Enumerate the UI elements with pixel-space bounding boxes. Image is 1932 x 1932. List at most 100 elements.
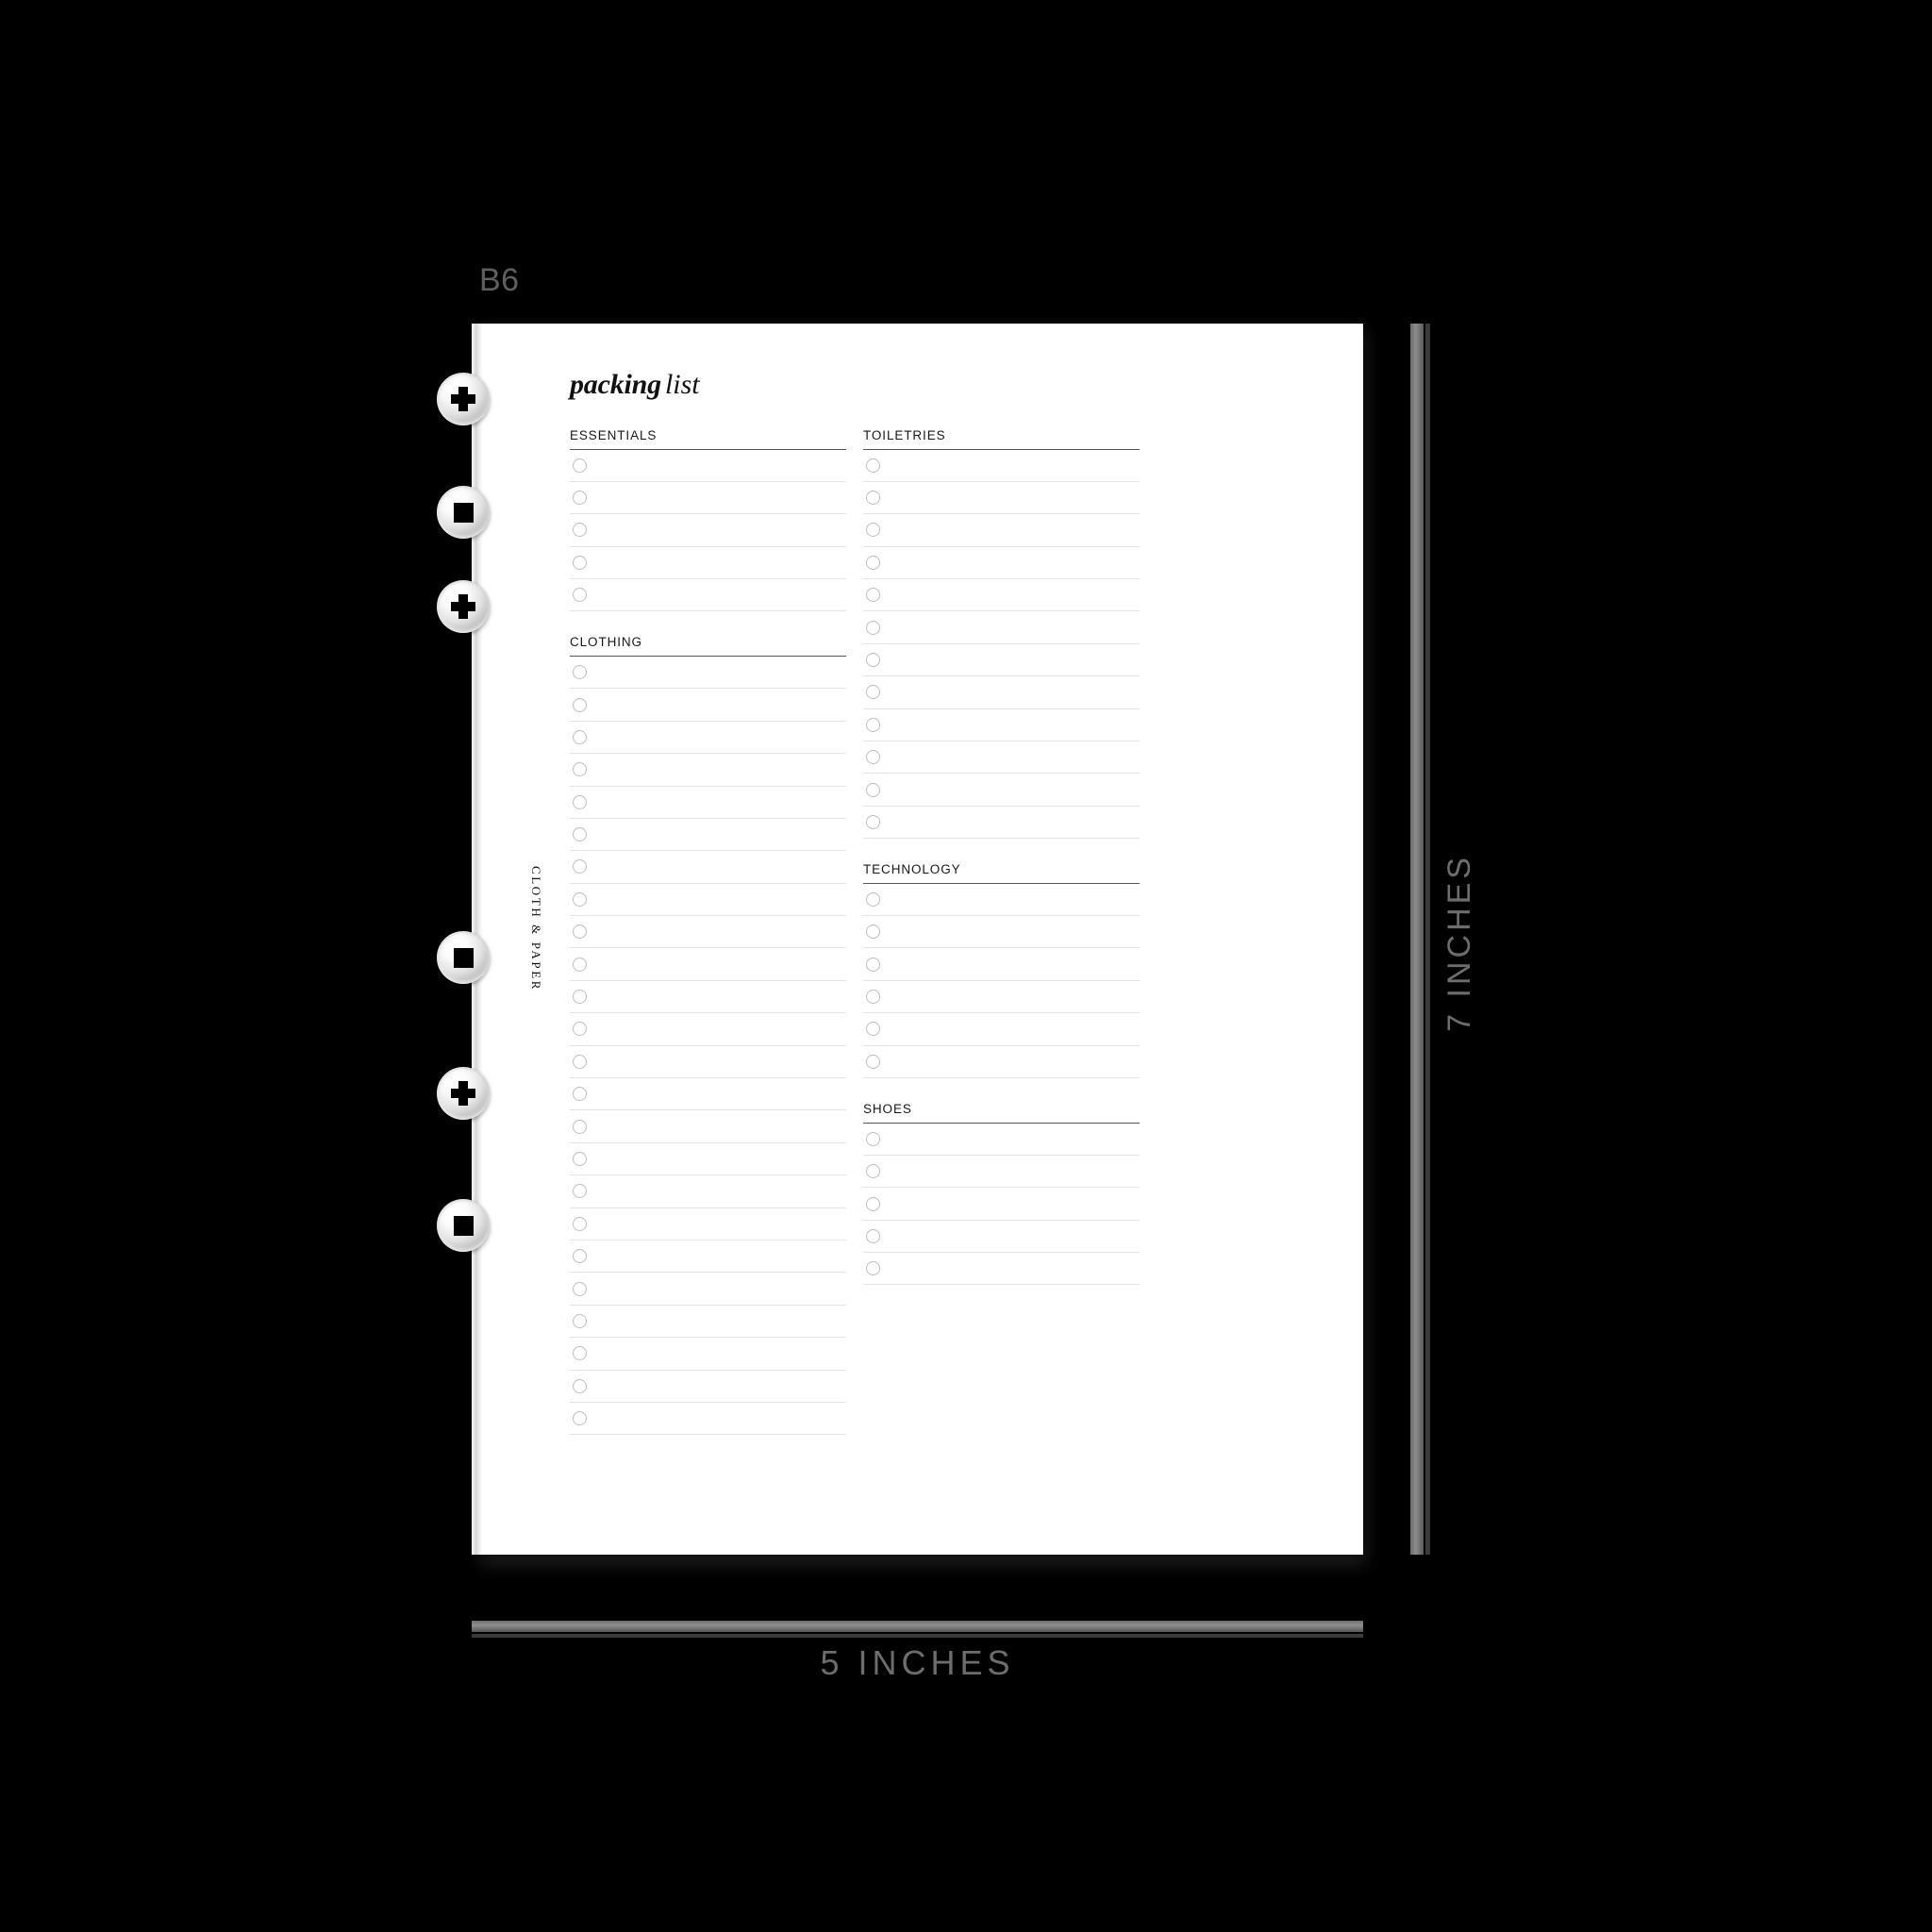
checkbox-circle-icon[interactable] [573, 827, 587, 842]
checklist-row[interactable] [570, 1208, 846, 1241]
checklist-row[interactable] [570, 1371, 846, 1403]
checkbox-circle-icon[interactable] [866, 491, 880, 506]
checklist-row[interactable] [570, 514, 846, 547]
checklist-row-input[interactable] [880, 1013, 1140, 1044]
checkbox-circle-icon[interactable] [573, 588, 587, 603]
checklist-row-input[interactable] [587, 689, 846, 720]
checklist-row[interactable] [863, 741, 1140, 774]
checklist-row-input[interactable] [880, 1124, 1140, 1155]
checklist-row[interactable] [570, 657, 846, 690]
checklist-row-input[interactable] [880, 807, 1140, 838]
checkbox-circle-icon[interactable] [866, 588, 880, 603]
checkbox-circle-icon[interactable] [573, 1249, 587, 1264]
checklist-row-input[interactable] [587, 884, 846, 915]
checkbox-circle-icon[interactable] [573, 665, 587, 680]
checkbox-circle-icon[interactable] [573, 1216, 587, 1231]
checklist-row[interactable] [570, 1013, 846, 1046]
checklist-row-input[interactable] [587, 450, 846, 481]
checkbox-circle-icon[interactable] [866, 750, 880, 765]
checkbox-circle-icon[interactable] [573, 555, 587, 570]
checklist-row[interactable] [863, 1156, 1140, 1189]
checkbox-circle-icon[interactable] [866, 990, 880, 1005]
checklist-row[interactable] [863, 1221, 1140, 1254]
checklist-row-input[interactable] [587, 916, 846, 947]
checkbox-circle-icon[interactable] [573, 990, 587, 1005]
checklist-row-input[interactable] [880, 1188, 1140, 1219]
checklist-row[interactable] [570, 1046, 846, 1079]
checklist-row-input[interactable] [587, 1241, 846, 1272]
checklist-row[interactable] [570, 722, 846, 755]
checklist-row[interactable] [570, 1078, 846, 1111]
checklist-row[interactable] [863, 547, 1140, 580]
checklist-row-input[interactable] [880, 741, 1140, 773]
checkbox-circle-icon[interactable] [866, 458, 880, 473]
checklist-row-input[interactable] [587, 787, 846, 818]
checklist-row[interactable] [863, 514, 1140, 547]
checklist-row-input[interactable] [880, 611, 1140, 642]
checklist-row-input[interactable] [587, 1208, 846, 1240]
checklist-row[interactable] [863, 807, 1140, 840]
checklist-row[interactable] [570, 787, 846, 819]
checkbox-circle-icon[interactable] [573, 859, 587, 874]
checklist-row[interactable] [863, 774, 1140, 807]
checklist-row-input[interactable] [587, 579, 846, 610]
checklist-row-input[interactable] [880, 884, 1140, 915]
checklist-row-input[interactable] [587, 514, 846, 545]
checklist-row[interactable] [570, 482, 846, 515]
checklist-row-input[interactable] [880, 1221, 1140, 1252]
checklist-row[interactable] [570, 916, 846, 949]
checklist-row-input[interactable] [587, 482, 846, 513]
checklist-row[interactable] [863, 676, 1140, 709]
checkbox-circle-icon[interactable] [866, 924, 880, 940]
checklist-row-input[interactable] [880, 676, 1140, 708]
checkbox-circle-icon[interactable] [573, 697, 587, 712]
checklist-row[interactable] [863, 948, 1140, 981]
checklist-row-input[interactable] [880, 948, 1140, 979]
checkbox-circle-icon[interactable] [866, 891, 880, 907]
checkbox-circle-icon[interactable] [573, 523, 587, 538]
checklist-row-input[interactable] [587, 851, 846, 882]
checkbox-circle-icon[interactable] [573, 1087, 587, 1102]
checkbox-circle-icon[interactable] [573, 1378, 587, 1393]
checkbox-circle-icon[interactable] [573, 491, 587, 506]
checklist-row[interactable] [570, 754, 846, 787]
checkbox-circle-icon[interactable] [573, 924, 587, 940]
checklist-row[interactable] [863, 981, 1140, 1014]
checklist-row-input[interactable] [587, 1273, 846, 1304]
checklist-row[interactable] [863, 1124, 1140, 1156]
checklist-row-input[interactable] [587, 1371, 846, 1402]
checklist-row[interactable] [863, 450, 1140, 482]
checklist-row-input[interactable] [587, 1403, 846, 1434]
checklist-row[interactable] [570, 1403, 846, 1436]
checklist-row[interactable] [863, 1253, 1140, 1286]
checklist-row-input[interactable] [587, 754, 846, 785]
checklist-row-input[interactable] [880, 644, 1140, 675]
checklist-row[interactable] [863, 1013, 1140, 1046]
checklist-row-input[interactable] [880, 482, 1140, 513]
checklist-row-input[interactable] [587, 657, 846, 688]
checklist-row-input[interactable] [587, 981, 846, 1012]
checklist-row-input[interactable] [880, 1046, 1140, 1077]
checklist-row-input[interactable] [880, 547, 1140, 578]
checklist-row[interactable] [570, 1110, 846, 1143]
checkbox-circle-icon[interactable] [866, 653, 880, 668]
checklist-row[interactable] [863, 709, 1140, 742]
checklist-row[interactable] [570, 1175, 846, 1208]
checklist-row[interactable] [570, 948, 846, 981]
checkbox-circle-icon[interactable] [866, 523, 880, 538]
checklist-row[interactable] [570, 1338, 846, 1371]
checkbox-circle-icon[interactable] [866, 1022, 880, 1037]
checklist-row[interactable] [570, 579, 846, 612]
checkbox-circle-icon[interactable] [866, 555, 880, 570]
checkbox-circle-icon[interactable] [573, 762, 587, 777]
checklist-row-input[interactable] [587, 1078, 846, 1109]
checklist-row-input[interactable] [587, 1143, 846, 1174]
checklist-row-input[interactable] [587, 948, 846, 979]
checkbox-circle-icon[interactable] [573, 1184, 587, 1199]
checkbox-circle-icon[interactable] [866, 814, 880, 829]
checklist-row[interactable] [570, 1273, 846, 1306]
checkbox-circle-icon[interactable] [573, 891, 587, 907]
checklist-row-input[interactable] [880, 514, 1140, 545]
checklist-row-input[interactable] [880, 709, 1140, 741]
checkbox-circle-icon[interactable] [573, 1054, 587, 1069]
